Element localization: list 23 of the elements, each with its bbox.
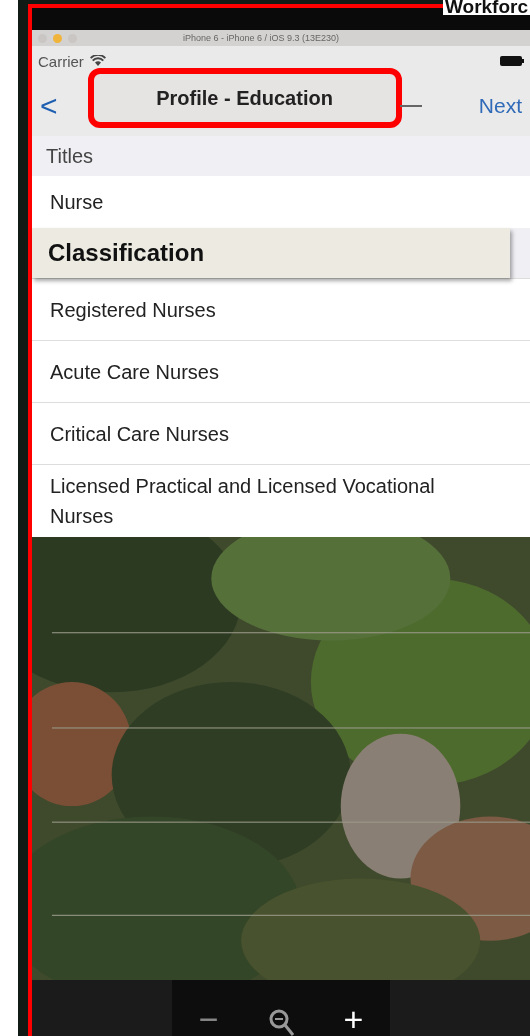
zoom-in-button[interactable]: +: [339, 1002, 368, 1036]
back-button[interactable]: <: [36, 89, 62, 123]
minimize-light-icon[interactable]: [53, 33, 62, 43]
row-label: Licensed Practical and Licensed Vocational Nurses: [50, 474, 436, 529]
row-label: Registered Nurses: [50, 297, 216, 323]
row-label: Nurse: [50, 190, 104, 215]
row-label: Acute Care Nurses: [50, 359, 219, 385]
simulator-title: iPhone 6 - iPhone 6 / iOS 9.3 (13E230): [183, 33, 340, 43]
list-row[interactable]: Registered Nurses: [32, 278, 530, 340]
row-label: Critical Care Nurses: [50, 421, 229, 447]
nav-title: Profile - Education: [156, 86, 333, 110]
magnifier-minus-icon[interactable]: [268, 1008, 294, 1036]
carrier-label: Carrier: [38, 52, 84, 70]
wifi-icon: [89, 55, 106, 67]
section-header: Titles: [46, 144, 94, 168]
list-row[interactable]: Critical Care Nurses: [32, 402, 530, 464]
battery-icon: [500, 56, 524, 66]
overlay-label: Workforc: [442, 0, 530, 15]
next-button[interactable]: Next: [478, 94, 522, 118]
zoom-out-button[interactable]: −: [194, 1002, 223, 1036]
section-header: Classification: [48, 239, 205, 267]
list-row[interactable]: Acute Care Nurses: [32, 340, 530, 402]
list-row[interactable]: Nurse: [32, 176, 530, 228]
